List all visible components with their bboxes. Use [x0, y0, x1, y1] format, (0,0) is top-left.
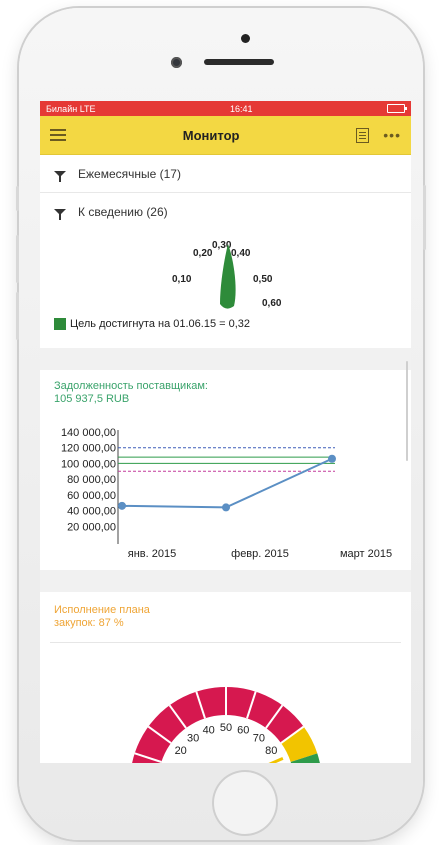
goal-swatch — [54, 318, 66, 330]
earpiece-speaker — [204, 59, 274, 65]
x-tick-label: янв. 2015 — [128, 548, 176, 560]
plan-header: Исполнение плана закупок: 87 % — [40, 592, 411, 630]
debt-title: Задолженность поставщикам: — [54, 380, 208, 392]
gauge-needle — [220, 244, 236, 309]
y-tick-label: 40 000,00 — [67, 506, 116, 518]
plan-gauge: 20 30 40 50 60 70 80 — [40, 643, 411, 763]
volume-up-button — [16, 235, 19, 283]
scrollbar[interactable] — [406, 361, 408, 461]
gauge-tick: 0,60 — [262, 298, 282, 309]
y-tick-label: 60 000,00 — [67, 490, 116, 502]
target-gauge: 0,10 0,20 0,30 0,40 0,50 0,60 — [40, 230, 411, 309]
gauge-tick: 0,10 — [172, 274, 192, 285]
menu-icon[interactable] — [50, 129, 66, 141]
home-button[interactable] — [212, 770, 278, 836]
top-sensor — [241, 34, 250, 43]
gauge-band-main — [132, 687, 304, 763]
clock: 16:41 — [230, 103, 253, 114]
debt-line-chart: 140 000,00 120 000,00 100 000,00 80 000,00 6… — [61, 427, 392, 560]
debt-value: 105 937,5 RUB — [54, 393, 130, 405]
filter-label: К сведению (26) — [78, 204, 168, 219]
app-screen: Билайн LTE 16:41 Монитор ••• Ежемесячные… — [40, 101, 411, 763]
filter-info[interactable]: К сведению (26) — [40, 193, 411, 230]
plan-gauge-svg: 2030 40 50 60 7080 — [132, 687, 320, 763]
battery-icon — [387, 104, 407, 113]
gauge-tick-label: 40 — [203, 725, 215, 737]
plan-title-line2: закупок: 87 % — [54, 617, 124, 629]
y-tick-label: 100 000,00 — [61, 458, 116, 470]
power-button — [423, 185, 426, 250]
y-tick-label: 80 000,00 — [67, 474, 116, 486]
x-tick-label: март 2015 — [340, 548, 392, 560]
mute-switch — [16, 186, 19, 211]
filter-label: Ежемесячные (17) — [78, 166, 181, 181]
goal-legend: Цель достигнута на 01.06.15 = 0,32 — [40, 318, 411, 330]
data-point — [118, 501, 126, 510]
app-header: Монитор ••• — [40, 116, 411, 155]
section-separator — [40, 348, 411, 370]
goal-text: Цель достигнута на 01.06.15 = 0,32 — [70, 318, 251, 330]
report-icon[interactable] — [356, 127, 370, 143]
y-tick-label: 120 000,00 — [61, 443, 116, 455]
gauge-tick-label: 30 — [187, 733, 199, 745]
gauge-tick-label: 80 — [265, 745, 277, 757]
y-tick-label: 20 000,00 — [67, 521, 116, 533]
more-icon[interactable]: ••• — [383, 127, 401, 143]
series-line — [121, 457, 333, 509]
gauge-tick-label: 60 — [237, 725, 249, 737]
filter-icon — [54, 208, 66, 220]
data-point — [328, 454, 336, 463]
status-bar: Билайн LTE 16:41 — [40, 101, 411, 116]
carrier-label: Билайн LTE — [46, 103, 96, 114]
x-tick-label: февр. 2015 — [231, 548, 289, 560]
section-separator — [40, 570, 411, 592]
y-tick-label: 140 000,00 — [61, 427, 116, 439]
gauge-tick-label: 50 — [220, 722, 232, 734]
gauge-needle — [268, 757, 284, 763]
page-title: Монитор — [182, 127, 240, 143]
volume-down-button — [16, 292, 19, 340]
front-camera — [171, 57, 182, 68]
plan-title-line1: Исполнение плана — [54, 604, 150, 616]
filter-icon — [54, 170, 66, 182]
data-point — [222, 503, 230, 512]
debt-header: Задолженность поставщикам: 105 937,5 RUB — [40, 370, 411, 406]
gauge-tick-label: 70 — [253, 733, 265, 745]
filter-monthly[interactable]: Ежемесячные (17) — [40, 155, 411, 193]
gauge-tick-label: 20 — [175, 745, 187, 757]
